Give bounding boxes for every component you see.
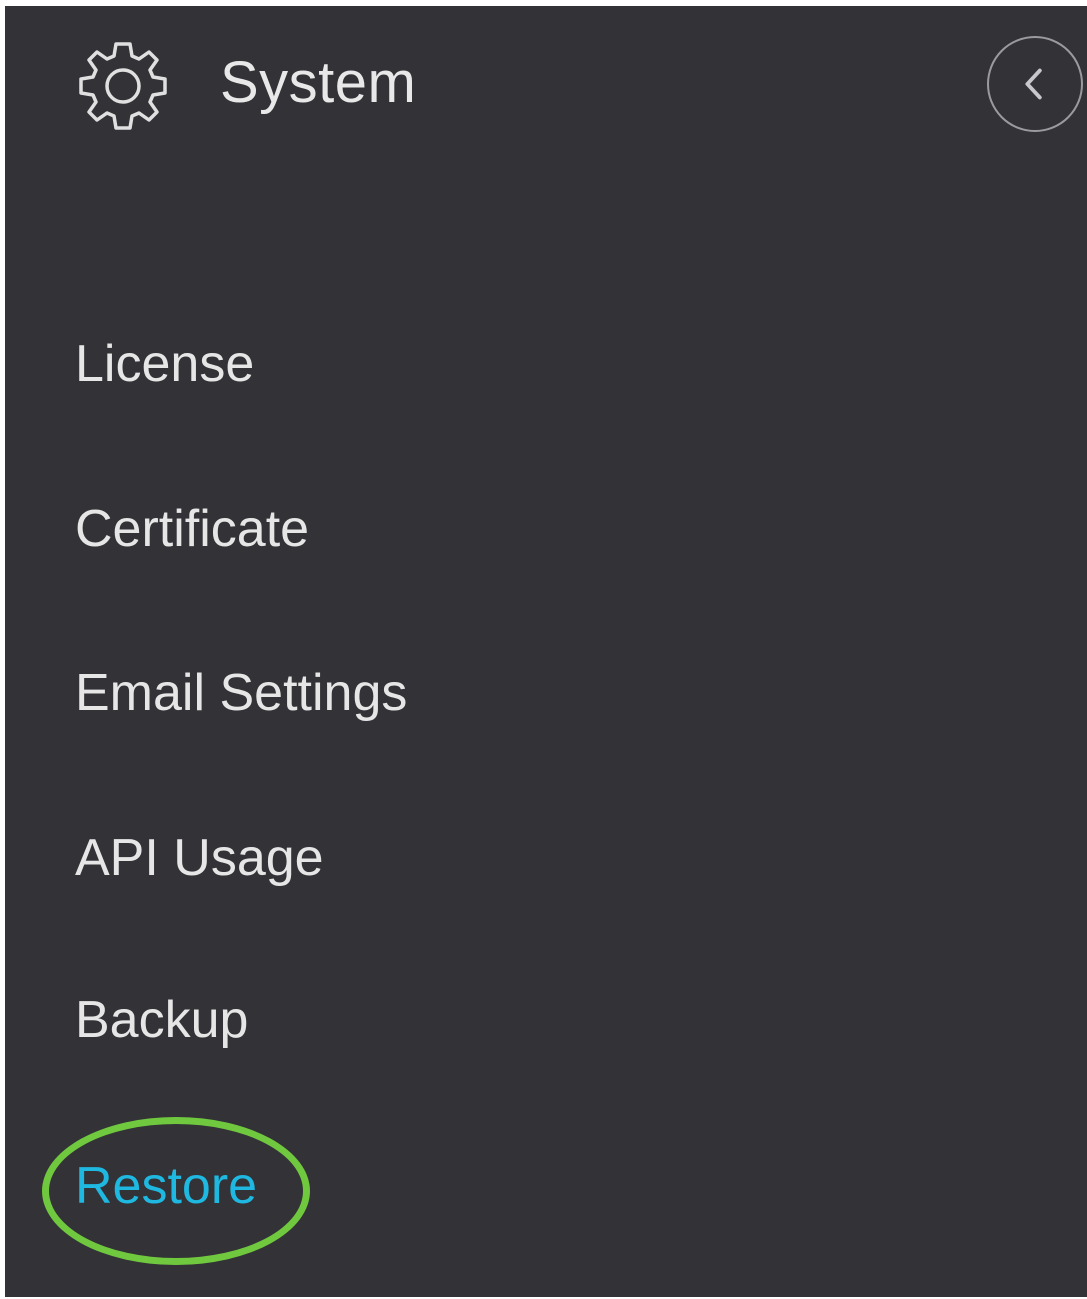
chevron-left-icon [1025,68,1042,100]
system-sidebar: System License Certificate Email Setting… [5,6,1087,1297]
sidebar-item-restore[interactable]: Restore [75,1156,257,1216]
sidebar-item-license[interactable]: License [75,334,254,394]
collapse-sidebar-button[interactable] [987,36,1083,132]
sidebar-header: System [5,6,1087,166]
gear-icon [73,36,173,136]
sidebar-item-api-usage[interactable]: API Usage [75,828,324,888]
page-title: System [220,50,417,115]
sidebar-item-certificate[interactable]: Certificate [75,499,309,559]
sidebar-item-backup[interactable]: Backup [75,990,248,1050]
sidebar-item-email-settings[interactable]: Email Settings [75,663,407,723]
